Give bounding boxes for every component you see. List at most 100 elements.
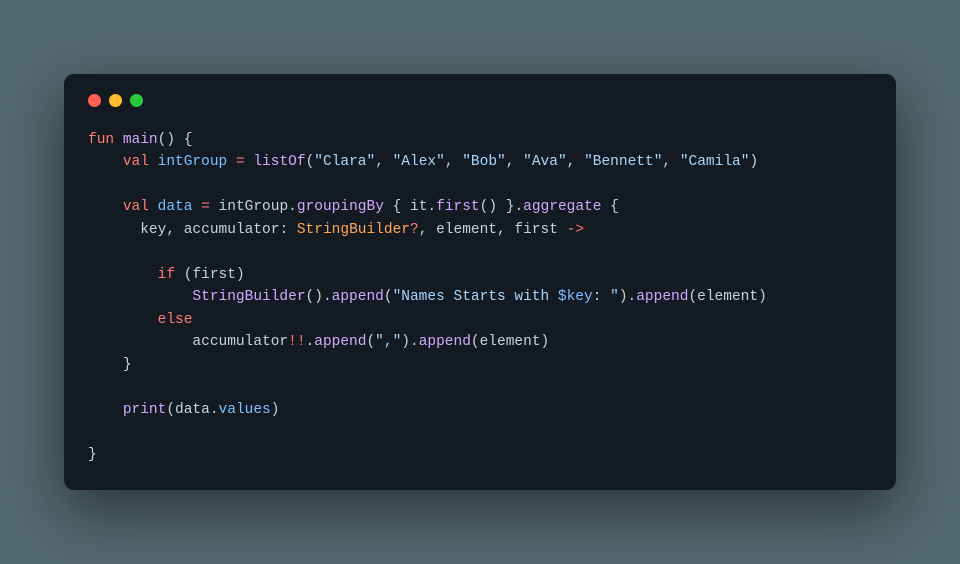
fn-append: append [314, 334, 366, 350]
parens: () [306, 289, 323, 305]
parens: () [158, 132, 175, 148]
space [192, 199, 201, 215]
ref-first: first [192, 267, 236, 283]
string: "Names Starts with [393, 289, 558, 305]
rparen: ) [271, 402, 280, 418]
dot: . [427, 199, 436, 215]
space [149, 199, 158, 215]
string: "Clara" [314, 154, 375, 170]
string: "Alex" [393, 154, 445, 170]
string: "," [375, 334, 401, 350]
fn-print: print [123, 402, 167, 418]
interp-key: $key [558, 289, 593, 305]
indent [88, 222, 140, 238]
space [558, 222, 567, 238]
ctor-StringBuilder: StringBuilder [192, 289, 305, 305]
dot: . [628, 289, 637, 305]
lparen: ( [384, 289, 393, 305]
comma: , [419, 222, 436, 238]
ref-element: element [697, 289, 758, 305]
space [601, 199, 610, 215]
rparen: ) [749, 154, 758, 170]
space [210, 199, 219, 215]
space [384, 199, 393, 215]
comma: , [567, 154, 584, 170]
brace: { [175, 132, 192, 148]
dot: . [288, 199, 297, 215]
dot: . [514, 199, 523, 215]
keyword-if: if [158, 267, 175, 283]
prop-values: values [219, 402, 271, 418]
space [175, 267, 184, 283]
indent [88, 357, 123, 373]
fn-append: append [332, 289, 384, 305]
rparen: ) [541, 334, 550, 350]
maximize-icon[interactable] [130, 94, 143, 107]
keyword-fun: fun [88, 132, 114, 148]
colon: : [279, 222, 296, 238]
fn-append: append [419, 334, 471, 350]
param-key: key [140, 222, 166, 238]
ref-accumulator: accumulator [192, 334, 288, 350]
space [401, 199, 410, 215]
dot: . [410, 334, 419, 350]
indent [88, 199, 123, 215]
ref-data: data [175, 402, 210, 418]
not-null: !! [288, 334, 305, 350]
keyword-val: val [123, 154, 149, 170]
var-data: data [158, 199, 193, 215]
window-titlebar [88, 94, 872, 107]
rparen: ) [619, 289, 628, 305]
indent [88, 267, 158, 283]
lbrace: { [393, 199, 402, 215]
comma: , [497, 222, 514, 238]
dot: . [323, 289, 332, 305]
rbrace: } [88, 447, 97, 463]
ref-element: element [480, 334, 541, 350]
string: "Camila" [680, 154, 750, 170]
string: "Bennett" [584, 154, 662, 170]
lparen: ( [306, 154, 315, 170]
equals: = [236, 154, 245, 170]
comma: , [445, 154, 462, 170]
dot: . [306, 334, 315, 350]
param-accumulator: accumulator [184, 222, 280, 238]
keyword-else: else [158, 312, 193, 328]
var-intGroup: intGroup [158, 154, 228, 170]
rparen: ) [758, 289, 767, 305]
param-first: first [514, 222, 558, 238]
fn-groupingBy: groupingBy [297, 199, 384, 215]
fn-aggregate: aggregate [523, 199, 601, 215]
function-main: main [123, 132, 158, 148]
string: "Ava" [523, 154, 567, 170]
rparen: ) [236, 267, 245, 283]
close-icon[interactable] [88, 94, 101, 107]
parens: () [480, 199, 497, 215]
type-StringBuilder: StringBuilder [297, 222, 410, 238]
arrow: -> [567, 222, 584, 238]
comma: , [506, 154, 523, 170]
space [149, 154, 158, 170]
comma: , [375, 154, 392, 170]
space [227, 154, 236, 170]
lparen: ( [366, 334, 375, 350]
fn-listOf: listOf [253, 154, 305, 170]
lparen: ( [166, 402, 175, 418]
minimize-icon[interactable] [109, 94, 122, 107]
indent [88, 402, 123, 418]
rparen: ) [401, 334, 410, 350]
string: : " [593, 289, 619, 305]
string: "Bob" [462, 154, 506, 170]
lbrace: { [610, 199, 619, 215]
indent [88, 154, 123, 170]
param-element: element [436, 222, 497, 238]
equals: = [201, 199, 210, 215]
fn-append: append [636, 289, 688, 305]
lparen: ( [471, 334, 480, 350]
ref-intGroup: intGroup [219, 199, 289, 215]
comma: , [166, 222, 183, 238]
indent [88, 289, 192, 305]
code-block: fun main() { val intGroup = listOf("Clar… [88, 129, 872, 466]
indent [88, 334, 192, 350]
code-window: fun main() { val intGroup = listOf("Clar… [64, 74, 896, 490]
